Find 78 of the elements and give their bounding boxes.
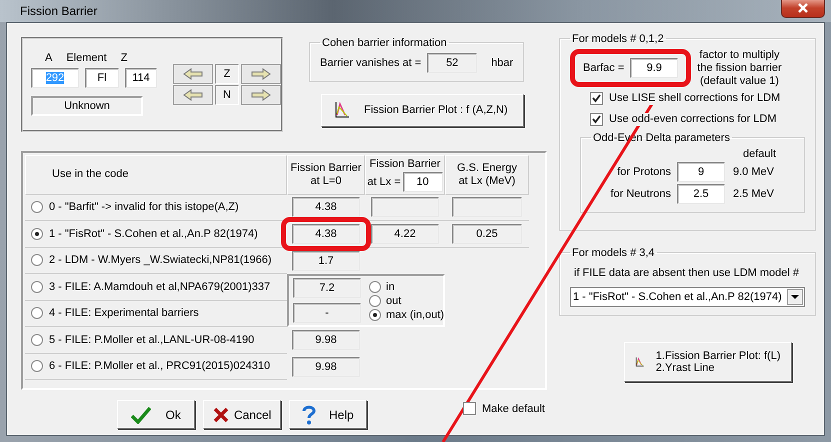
model-option[interactable]: 1 - "FisRot" - S.Cohen et al.,An.P 82(1974)	[25, 221, 287, 248]
barrier-label: Barrier vanishes at =	[320, 56, 422, 68]
element-field[interactable]: Fl	[85, 68, 119, 88]
barrier-lx-value	[371, 197, 439, 218]
barrier-lx-value: 4.22	[371, 224, 439, 244]
energy-value	[452, 197, 522, 218]
lx-field[interactable]: 10	[402, 172, 443, 192]
checkmark-icon	[131, 406, 152, 424]
group-title: Cohen barrier information	[321, 36, 448, 48]
column-header: Fission Barrier at L=0	[290, 162, 362, 188]
model-option[interactable]: 3 - FILE: A.Mamdouh et al,NPA679(2001)337	[25, 274, 287, 300]
model-dropdown[interactable]: 1 - "FisRot" - S.Cohen et al.,An.P 82(1974)	[570, 286, 805, 306]
mode-option[interactable]: max (in,out)	[369, 308, 444, 320]
barrier-value: 4.38	[292, 197, 360, 218]
model-option[interactable]: 5 - FILE: P.Moller et al.,LANL-UR-08-4190	[25, 327, 287, 354]
ok-button[interactable]: Ok	[117, 400, 195, 429]
left-arrow-icon	[183, 88, 203, 100]
default-header: default	[742, 148, 778, 160]
increase-button[interactable]	[241, 64, 281, 84]
decrease-button[interactable]	[173, 64, 213, 84]
barrier-value: 9.98	[292, 330, 360, 350]
field-label: Z	[120, 52, 128, 64]
column-header: G.S. Energy at Lx (MeV)	[457, 162, 517, 188]
default-value: 2.5 MeV	[733, 188, 775, 200]
window-title: Fission Barrier	[20, 4, 98, 18]
model-option[interactable]: 0 - "Barfit" -> invalid for this istope(A,Z)	[25, 194, 287, 221]
right-arrow-icon	[251, 88, 271, 100]
plot-button[interactable]: Fission Barrier Plot : f (A,Z,N)	[321, 94, 524, 126]
help-button[interactable]: Help	[289, 400, 367, 429]
close-button[interactable]	[781, 0, 825, 18]
atomic-number-field[interactable]: 114	[125, 68, 157, 88]
model-option[interactable]: 6 - FILE: P.Moller et al., PRC91(2015)024310	[25, 354, 287, 380]
column-header: Fission Barrier	[370, 158, 440, 170]
mode-option[interactable]: out	[369, 294, 444, 306]
model-option[interactable]: 4 - FILE: Experimental barriers	[25, 300, 287, 327]
group-title: For models # 0,1,2	[571, 32, 665, 44]
nucleus-name-field: Unknown	[31, 96, 143, 116]
cancel-button[interactable]: Cancel	[203, 400, 281, 429]
question-mark-icon	[302, 404, 316, 424]
field-label: A	[45, 52, 52, 64]
column-header: Use in the code	[51, 168, 130, 181]
close-icon	[797, 2, 809, 13]
barrier-value: 4.38	[292, 224, 360, 244]
checkmark-icon	[592, 94, 601, 102]
barrier-value-field: 52	[427, 52, 478, 72]
fallback-note: if FILE data are absent then use LDM model #	[573, 266, 800, 280]
decrease-button[interactable]	[173, 84, 213, 104]
delta-field[interactable]: 2.5	[677, 184, 725, 204]
left-arrow-icon	[183, 68, 203, 80]
make-default-checkbox[interactable]: Make default	[463, 402, 545, 415]
barrier-value: 1.7	[292, 250, 360, 271]
barfac-note: factor to multiply the fission barrier (default value 1)	[697, 48, 782, 88]
barfac-field[interactable]: 9.9	[630, 58, 678, 78]
mode-option[interactable]: in	[369, 280, 444, 292]
model-option[interactable]: 2 - LDM - W.Myers _W.Swiatecki,NP81(1966)	[25, 248, 287, 274]
delta-label: for Neutrons	[609, 188, 671, 200]
increase-button[interactable]	[241, 84, 281, 104]
barfac-label: Barfac =	[583, 62, 624, 74]
selected-text: 292	[46, 72, 64, 84]
delta-field[interactable]: 9	[677, 162, 725, 182]
field-label: Element	[66, 52, 107, 64]
group-title: For models # 3,4	[571, 246, 656, 258]
axis-button[interactable]: N	[215, 84, 239, 104]
axis-button[interactable]: Z	[215, 64, 239, 84]
dropdown-arrow-icon	[791, 294, 799, 298]
barrier-value: 7.2	[293, 278, 361, 298]
right-arrow-icon	[251, 68, 271, 80]
plot-icon	[334, 101, 350, 119]
barrier-value: -	[293, 302, 361, 323]
barrier-value: 9.98	[292, 356, 360, 377]
cross-icon	[212, 406, 229, 422]
delta-label: for Protons	[616, 166, 671, 178]
energy-value: 0.25	[452, 224, 522, 244]
default-value: 9.0 MeV	[733, 166, 775, 178]
unit-label: hbar	[491, 56, 514, 68]
lx-label: at Lx =	[367, 176, 401, 188]
checkmark-icon	[592, 114, 601, 124]
yrast-plot-button[interactable]: 1.Fission Barrier Plot: f(L) 2.Yrast Line	[624, 342, 792, 382]
